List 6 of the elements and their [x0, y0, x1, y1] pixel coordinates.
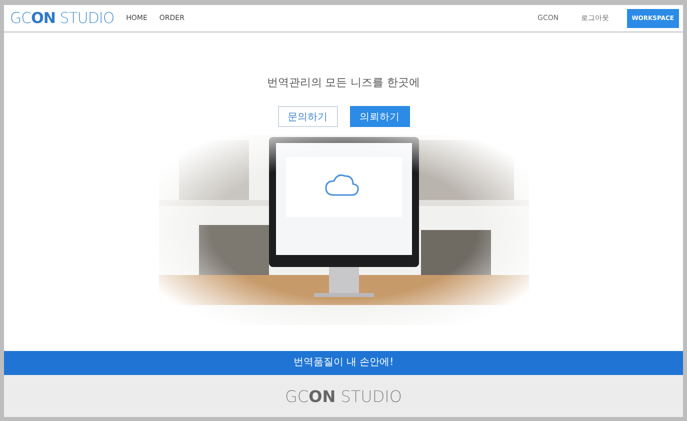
- footer-logo: GCON STUDIO: [285, 386, 402, 406]
- inquiry-button[interactable]: 문의하기: [278, 106, 338, 127]
- headline: 번역관리의 모든 니즈를 한곳에: [266, 75, 420, 90]
- tagline-banner: 번역품질이 내 손안에!: [4, 351, 683, 375]
- logo[interactable]: GCON STUDIO: [10, 9, 114, 27]
- request-button[interactable]: 의뢰하기: [350, 106, 410, 127]
